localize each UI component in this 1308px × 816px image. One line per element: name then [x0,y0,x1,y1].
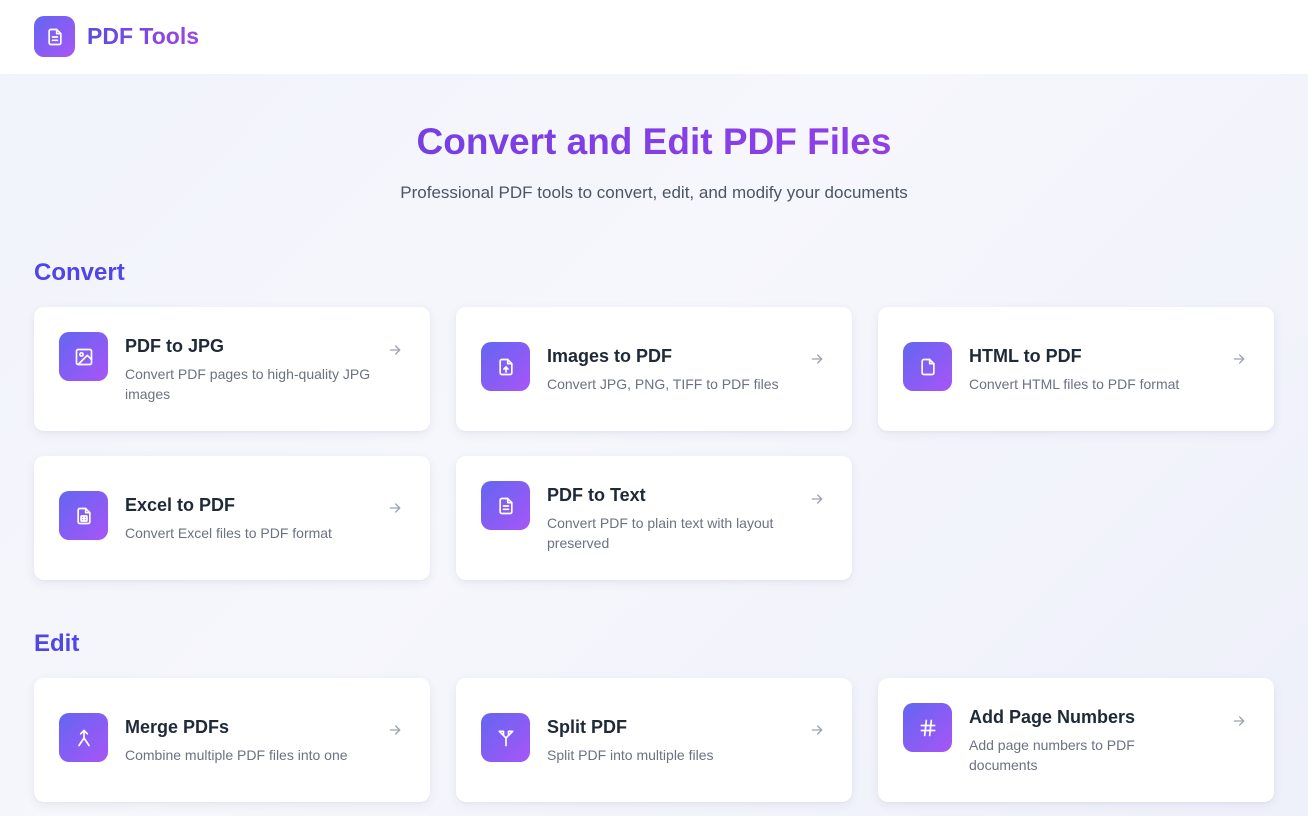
tool-card-pdf-to-text[interactable]: PDF to Text Convert PDF to plain text wi… [456,456,852,580]
file-upload-icon [496,357,516,377]
arrow-right-icon [1230,350,1248,368]
tool-title: Merge PDFs [125,717,230,737]
page-subtitle: Professional PDF tools to convert, edit,… [400,183,908,202]
merge-icon [74,728,94,748]
arrow-right-icon [386,721,404,739]
tool-description: Split PDF into multiple files [547,747,714,763]
tool-icon-box [59,332,108,381]
tool-card-excel-to-pdf[interactable]: Excel to PDF Convert Excel files to PDF … [34,456,430,580]
tool-card-split-pdf[interactable]: Split PDF Split PDF into multiple files [456,678,852,802]
section-title-convert: Convert [34,259,125,286]
tool-description: Convert JPG, PNG, TIFF to PDF files [547,376,779,392]
tool-icon-box [59,491,108,540]
tool-icon-box [903,703,952,752]
tool-icon-box [481,713,530,762]
tool-icon-box [481,342,530,391]
arrow-right-icon [808,350,826,368]
tool-icon-box [903,342,952,391]
tool-card-add-page-numbers[interactable]: Add Page Numbers Add page numbers to PDF… [878,678,1274,802]
tool-title: PDF to JPG [125,336,225,356]
tool-description: Convert HTML files to PDF format [969,376,1180,392]
tool-card-pdf-to-jpg[interactable]: PDF to JPG Convert PDF pages to high-qua… [34,307,430,431]
arrow-right-icon [386,499,404,517]
top-header: PDF Tools [0,0,1308,74]
spreadsheet-file-icon [74,506,94,526]
tool-description: Combine multiple PDF files into one [125,747,348,763]
tool-title: Images to PDF [547,346,673,366]
arrow-right-icon [808,721,826,739]
tool-title: HTML to PDF [969,346,1082,366]
text-file-icon [496,496,516,516]
tool-icon-box [59,713,108,762]
tool-description: Add page numbers to PDF documents [969,737,1135,773]
tool-card-html-to-pdf[interactable]: HTML to PDF Convert HTML files to PDF fo… [878,307,1274,431]
tool-title: Excel to PDF [125,495,236,515]
tool-description: Convert Excel files to PDF format [125,525,332,541]
tool-icon-box [481,481,530,530]
section-title-edit: Edit [34,630,80,657]
arrow-right-icon [1230,712,1248,730]
file-icon [918,357,938,377]
tool-card-images-to-pdf[interactable]: Images to PDF Convert JPG, PNG, TIFF to … [456,307,852,431]
document-icon [45,27,65,47]
tool-description: Convert PDF pages to high-quality JPG im… [125,366,371,402]
page-title: Convert and Edit PDF Files [0,120,1308,164]
tool-title: Add Page Numbers [969,707,1136,727]
arrow-right-icon [808,490,826,508]
app-name[interactable]: PDF Tools [87,22,199,50]
image-icon [74,347,94,367]
tool-title: PDF to Text [547,485,646,505]
split-icon [496,728,516,748]
tool-title: Split PDF [547,717,627,737]
hash-icon [918,718,938,738]
tool-description: Convert PDF to plain text with layout pr… [547,515,774,551]
logo[interactable] [34,16,75,57]
arrow-right-icon [386,341,404,359]
tool-card-merge-pdfs[interactable]: Merge PDFs Combine multiple PDF files in… [34,678,430,802]
